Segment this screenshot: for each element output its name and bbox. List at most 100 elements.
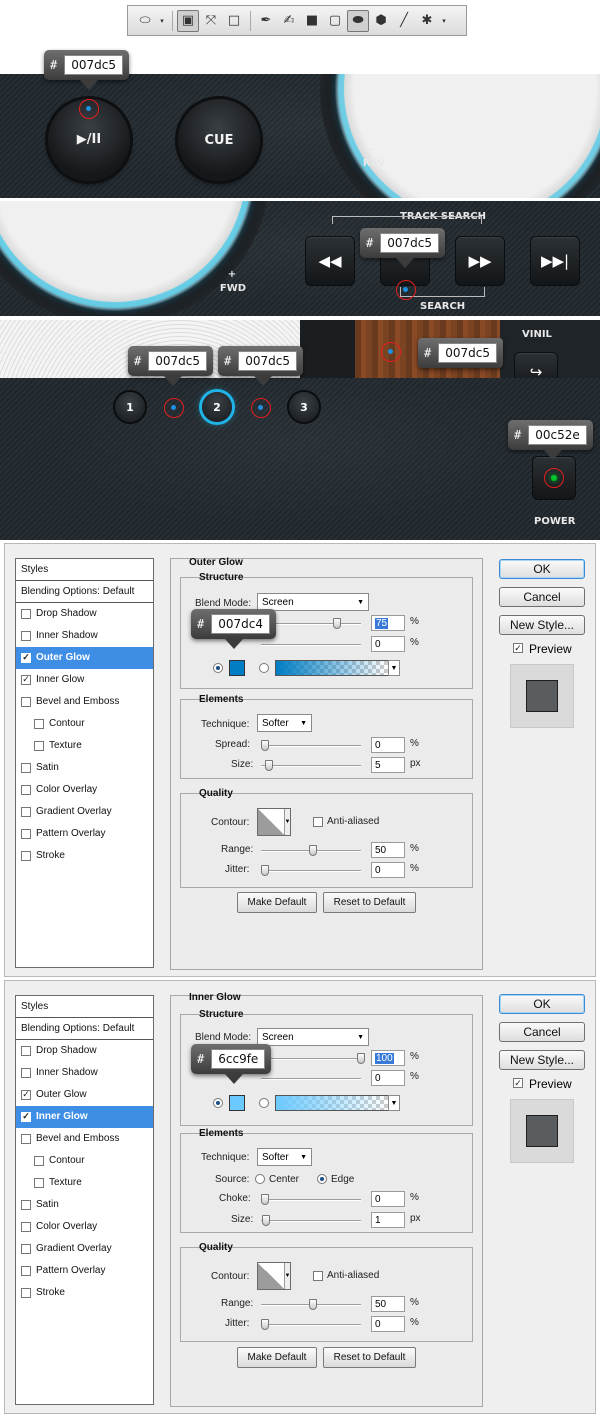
texture-item[interactable]: Texture xyxy=(16,1172,153,1194)
checkbox[interactable] xyxy=(21,1265,31,1276)
satin-item[interactable]: Satin xyxy=(16,757,153,779)
inner-shadow-item[interactable]: Inner Shadow xyxy=(16,1062,153,1084)
size-slider[interactable] xyxy=(261,1215,361,1226)
slider-thumb[interactable] xyxy=(357,1053,365,1064)
preview-checkbox[interactable]: ✓ xyxy=(513,1078,523,1088)
checkbox[interactable] xyxy=(34,740,44,751)
slider-thumb[interactable] xyxy=(333,618,341,629)
hotcue-3-button[interactable]: 3 xyxy=(289,392,319,422)
cancel-button[interactable]: Cancel xyxy=(499,587,585,607)
checkbox[interactable] xyxy=(21,1133,31,1144)
checkbox[interactable]: ✓ xyxy=(21,674,31,685)
ok-button[interactable]: OK xyxy=(499,559,585,579)
gradient-dropdown[interactable]: ▼ xyxy=(388,660,400,676)
checkbox[interactable] xyxy=(21,1243,31,1254)
spread-slider[interactable] xyxy=(261,740,361,751)
blend-mode-select[interactable]: Screen ▼ xyxy=(257,1028,369,1046)
size-slider[interactable] xyxy=(261,760,361,771)
checkbox[interactable] xyxy=(34,1177,44,1188)
checkbox[interactable] xyxy=(21,1067,31,1078)
slider-thumb[interactable] xyxy=(261,740,269,751)
color-overlay-item[interactable]: Color Overlay xyxy=(16,1216,153,1238)
checkbox[interactable] xyxy=(21,828,31,839)
glow-color-swatch[interactable] xyxy=(229,1095,245,1111)
checkbox[interactable] xyxy=(21,806,31,817)
checkbox[interactable] xyxy=(21,850,31,861)
checkbox[interactable] xyxy=(21,1221,31,1232)
gradient-overlay-item[interactable]: Gradient Overlay xyxy=(16,801,153,823)
checkbox[interactable] xyxy=(21,608,31,619)
contour-picker[interactable]: ▼ xyxy=(257,808,291,836)
next-track-button[interactable]: ▶▶| xyxy=(530,236,580,286)
ellipse-tool-icon[interactable]: ⬬ xyxy=(347,9,369,32)
solid-color-radio[interactable] xyxy=(213,663,223,673)
color-overlay-item[interactable]: Color Overlay xyxy=(16,779,153,801)
noise-field[interactable]: 0 xyxy=(371,1070,405,1086)
drop-shadow-item[interactable]: Drop Shadow xyxy=(16,1040,153,1062)
source-center-radio[interactable] xyxy=(255,1174,265,1184)
checkbox[interactable]: ✓ xyxy=(21,1089,31,1100)
outer-glow-item[interactable]: ✓ Outer Glow xyxy=(16,647,153,669)
noise-slider[interactable] xyxy=(261,1078,361,1080)
checkbox[interactable] xyxy=(21,1287,31,1298)
fill-pixels-icon[interactable]: □ xyxy=(223,10,245,32)
checkbox[interactable] xyxy=(21,696,31,707)
hotcue-1-button[interactable]: 1 xyxy=(115,392,145,422)
checkbox[interactable]: ✓ xyxy=(21,1111,31,1122)
opacity-field[interactable]: 100 xyxy=(371,1050,405,1066)
slider-thumb[interactable] xyxy=(261,865,269,876)
spread-field[interactable]: 0 xyxy=(371,737,405,753)
range-slider[interactable] xyxy=(261,1299,361,1310)
inner-shadow-item[interactable]: Inner Shadow xyxy=(16,625,153,647)
jitter-field[interactable]: 0 xyxy=(371,862,405,878)
hotcue-2-button[interactable]: 2 xyxy=(202,392,232,422)
custom-shape-icon[interactable]: ✱ xyxy=(416,10,438,32)
checkbox[interactable] xyxy=(34,1155,44,1166)
checkbox[interactable]: ✓ xyxy=(21,652,31,663)
pattern-overlay-item[interactable]: Pattern Overlay xyxy=(16,823,153,845)
make-default-button[interactable]: Make Default xyxy=(237,892,317,913)
styles-header[interactable]: Styles xyxy=(16,559,153,581)
opacity-slider[interactable] xyxy=(261,618,361,629)
anti-aliased-checkbox[interactable] xyxy=(313,817,323,827)
contour-picker[interactable]: ▼ xyxy=(257,1262,291,1290)
solid-color-radio[interactable] xyxy=(213,1098,223,1108)
styles-header[interactable]: Styles xyxy=(16,996,153,1018)
new-style-button[interactable]: New Style... xyxy=(499,1050,585,1070)
glow-color-swatch[interactable] xyxy=(229,660,245,676)
checkbox[interactable] xyxy=(21,762,31,773)
inner-glow-item[interactable]: ✓ Inner Glow xyxy=(16,669,153,691)
checkbox[interactable] xyxy=(34,718,44,729)
bevel-emboss-item[interactable]: Bevel and Emboss xyxy=(16,1128,153,1150)
jitter-slider[interactable] xyxy=(261,1319,361,1330)
drop-shadow-item[interactable]: Drop Shadow xyxy=(16,603,153,625)
freeform-pen-icon[interactable]: ✍ xyxy=(278,10,300,32)
paths-icon[interactable]: ⤧ xyxy=(200,10,222,32)
opacity-field[interactable]: 75 xyxy=(371,615,405,631)
checkbox[interactable] xyxy=(21,1199,31,1210)
search-forward-button[interactable]: ▶▶ xyxy=(455,236,505,286)
satin-item[interactable]: Satin xyxy=(16,1194,153,1216)
reset-default-button[interactable]: Reset to Default xyxy=(323,1347,416,1368)
preview-checkbox[interactable]: ✓ xyxy=(513,643,523,653)
noise-field[interactable]: 0 xyxy=(371,636,405,652)
prev-track-button[interactable]: ◀◀ xyxy=(305,236,355,286)
range-slider[interactable] xyxy=(261,845,361,856)
choke-field[interactable]: 0 xyxy=(371,1191,405,1207)
line-icon[interactable]: ╱ xyxy=(393,10,415,32)
checkbox[interactable] xyxy=(21,1045,31,1056)
noise-slider[interactable] xyxy=(261,644,361,646)
checkbox[interactable] xyxy=(21,784,31,795)
stroke-item[interactable]: Stroke xyxy=(16,1282,153,1304)
dropdown-arrow-icon[interactable]: ▾ xyxy=(157,10,167,32)
jitter-field[interactable]: 0 xyxy=(371,1316,405,1332)
pen-icon[interactable]: ✒ xyxy=(255,10,277,32)
rectangle-icon[interactable]: ■ xyxy=(301,10,323,32)
cancel-button[interactable]: Cancel xyxy=(499,1022,585,1042)
gradient-dropdown[interactable]: ▼ xyxy=(388,1095,400,1111)
stroke-item[interactable]: Stroke xyxy=(16,845,153,867)
bevel-emboss-item[interactable]: Bevel and Emboss xyxy=(16,691,153,713)
checkbox[interactable] xyxy=(21,630,31,641)
outer-glow-item[interactable]: ✓ Outer Glow xyxy=(16,1084,153,1106)
inner-glow-item[interactable]: ✓ Inner Glow xyxy=(16,1106,153,1128)
